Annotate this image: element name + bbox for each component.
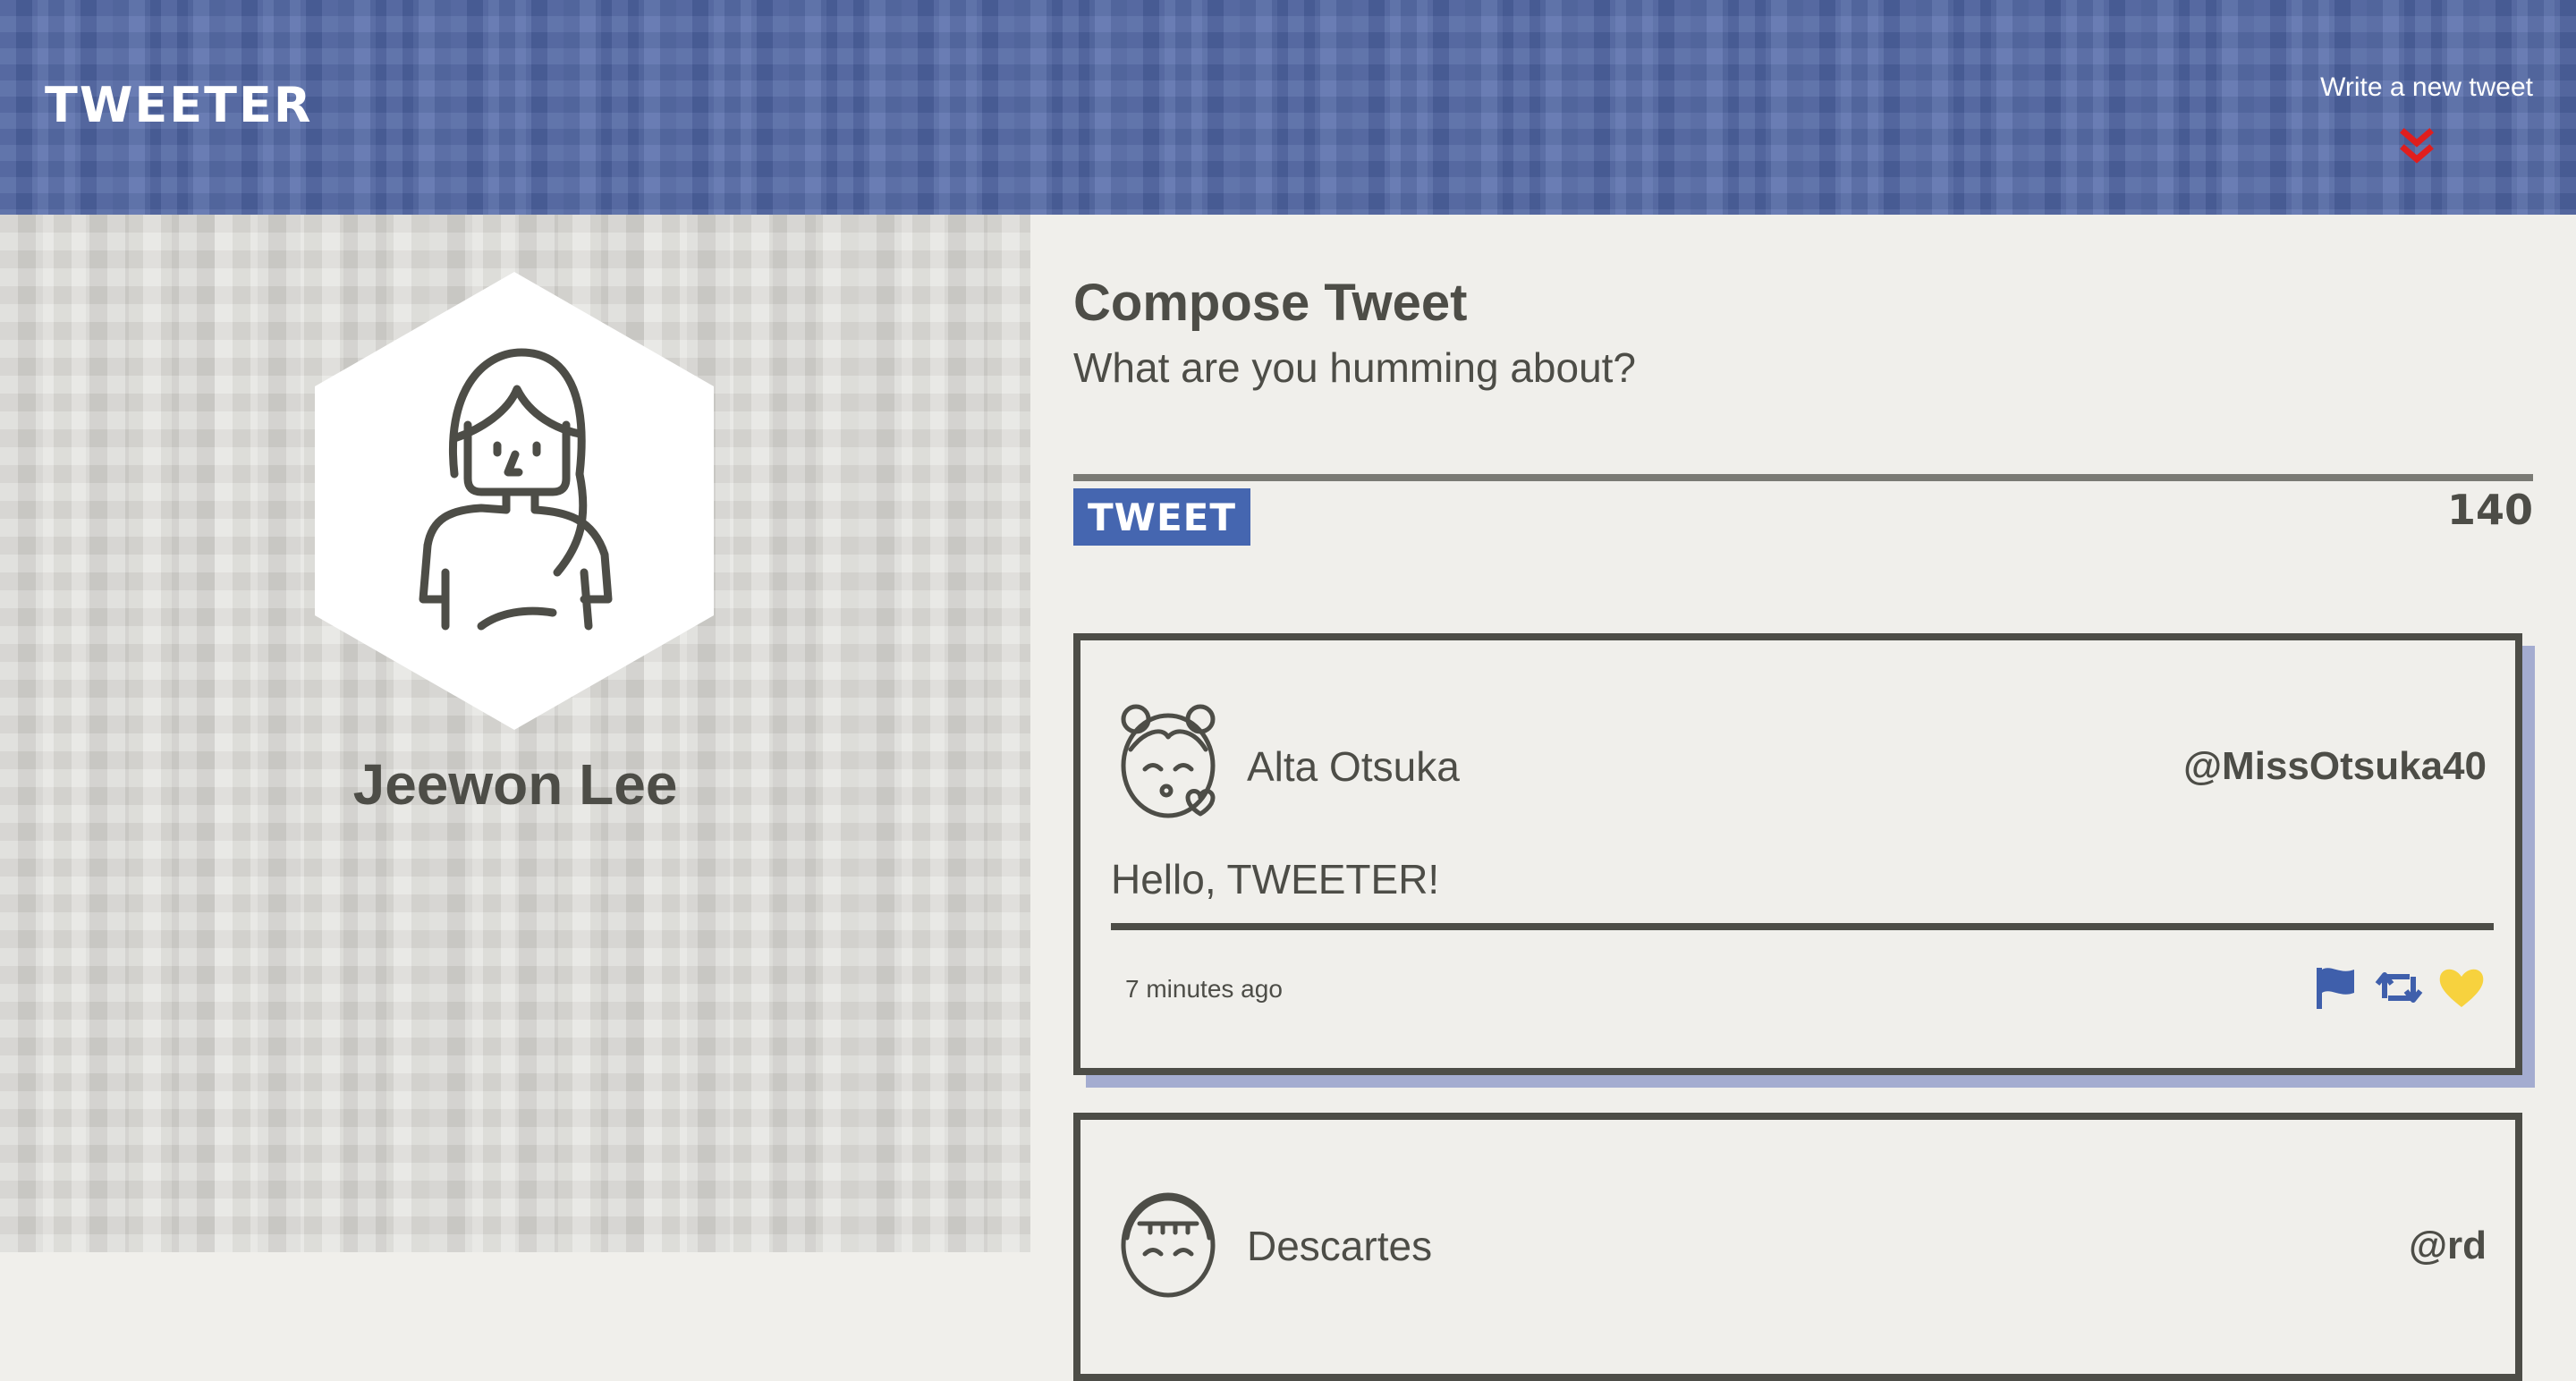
compose-tweet-input[interactable] <box>1073 340 2533 481</box>
tweet-card: Alta Otsuka @MissOtsuka40 Hello, TWEETER… <box>1073 633 2522 1075</box>
tweet-submit-button[interactable]: TWEET <box>1073 488 1250 546</box>
write-new-tweet-label[interactable]: Write a new tweet <box>2247 66 2533 109</box>
user-avatar-icon <box>419 348 613 631</box>
tweet-author-handle: @MissOtsuka40 <box>2183 744 2487 788</box>
user-avatar-icon <box>1121 1192 1216 1298</box>
app-logo[interactable]: TWEETER <box>45 79 312 132</box>
tweet-actions <box>2311 962 2487 1012</box>
tweet-timestamp: 7 minutes ago <box>1125 975 1283 1003</box>
double-chevron-down-icon[interactable] <box>2399 127 2435 166</box>
tweet-author-handle: @rd <box>2409 1224 2487 1267</box>
main-content: Compose Tweet TWEET 140 Alta Otsuka @Mis… <box>1030 215 2576 1381</box>
user-avatar-icon <box>1121 704 1216 818</box>
flag-icon[interactable] <box>2311 962 2361 1012</box>
tweet-author-name: Descartes <box>1247 1223 1433 1269</box>
tweet-author-name: Alta Otsuka <box>1247 743 1460 790</box>
compose-title: Compose Tweet <box>1073 274 1468 332</box>
write-new-tweet-toggle[interactable]: Write a new tweet <box>2247 66 2533 182</box>
tweet-card: Descartes @rd <box>1073 1113 2522 1381</box>
tweet-body: Hello, TWEETER! <box>1111 855 2494 930</box>
retweet-icon[interactable] <box>2374 962 2424 1012</box>
top-nav: TWEETER Write a new tweet <box>0 0 2576 215</box>
profile-name: Jeewon Lee <box>352 752 678 817</box>
profile-panel: Jeewon Lee <box>0 215 1030 1252</box>
character-counter: 140 <box>2446 486 2533 534</box>
heart-icon[interactable] <box>2436 962 2487 1012</box>
